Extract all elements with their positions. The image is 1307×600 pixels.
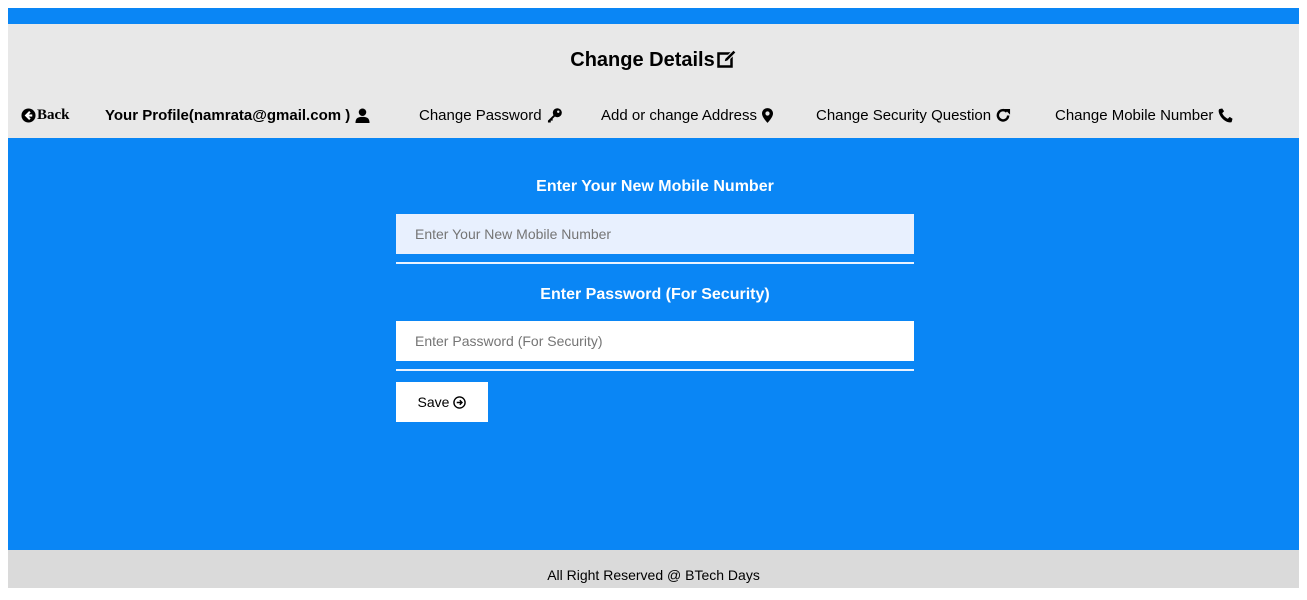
top-accent-bar [8,8,1299,24]
back-link[interactable]: Back [21,107,70,124]
address-label: Add or change Address [601,107,757,124]
mobile-number-heading: Enter Your New Mobile Number [536,178,774,195]
key-icon [547,108,562,123]
page: Change Details Back Your Profile(namrata… [8,8,1299,588]
password-heading: Enter Password (For Security) [540,286,770,303]
nav-item-change-password[interactable]: Change Password [419,107,562,124]
footer: All Right Reserved @ BTech Days [8,550,1299,588]
change-password-label: Change Password [419,107,542,124]
nav-item-security-question[interactable]: Change Security Question [816,107,1011,124]
back-label: Back [37,107,70,123]
nav-item-profile[interactable]: Your Profile(namrata@gmail.com ) [105,107,370,124]
map-marker-icon [761,108,773,123]
page-title: Change Details [8,49,1299,72]
security-password-input[interactable] [396,321,914,361]
phone-icon [1219,108,1233,123]
arrow-circle-right-icon [453,395,467,409]
nav-item-mobile[interactable]: Change Mobile Number [1055,107,1233,124]
edit-icon [716,49,737,68]
arrow-circle-left-icon [21,108,36,123]
nav-item-address[interactable]: Add or change Address [601,107,773,124]
mobile-number-input[interactable] [396,214,914,254]
footer-text: All Right Reserved @ BTech Days [547,567,760,583]
user-icon [355,108,370,123]
header: Change Details Back Your Profile(namrata… [8,24,1299,138]
mobile-input-underline [396,262,914,264]
security-question-label: Change Security Question [816,107,992,124]
save-label: Save [417,394,450,410]
password-input-underline [396,369,914,371]
page-title-text: Change Details [570,49,715,71]
save-button[interactable]: Save [396,382,488,422]
redo-icon [996,108,1011,122]
profile-label: Your Profile(namrata@gmail.com ) [105,107,351,124]
profile-nav: Back Your Profile(namrata@gmail.com ) Ch… [8,107,1299,129]
mobile-label: Change Mobile Number [1055,107,1214,124]
change-mobile-form: Enter Your New Mobile Number Enter Passw… [8,138,1299,550]
